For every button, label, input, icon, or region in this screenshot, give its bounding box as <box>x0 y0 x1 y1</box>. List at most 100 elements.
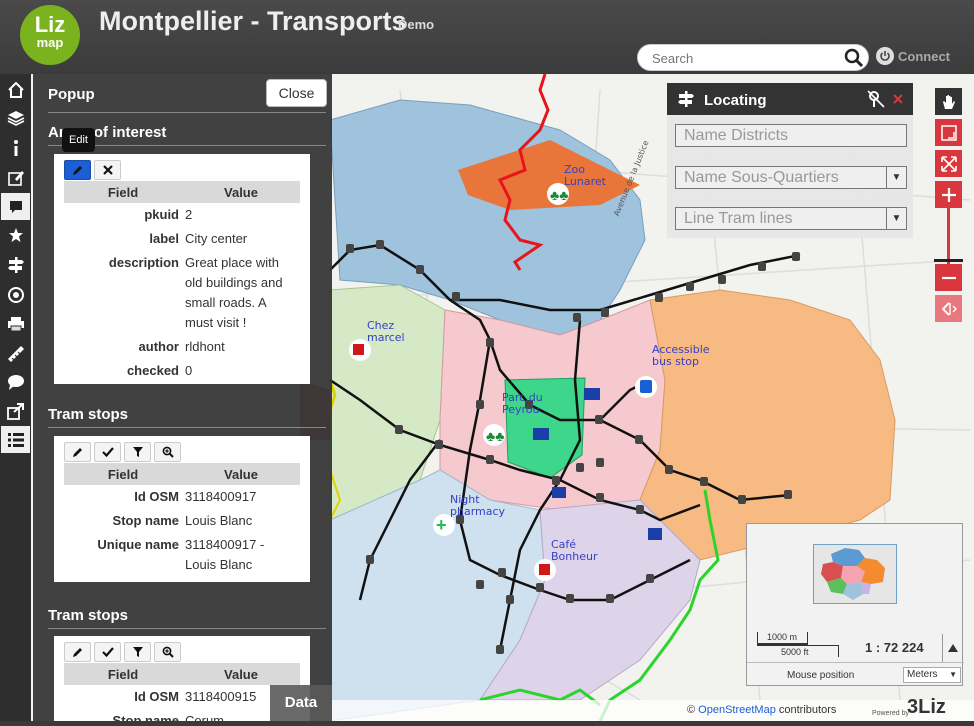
table-row: pkuid 2 <box>144 207 193 222</box>
tram-lines-select[interactable]: Line Tram lines ▼ <box>675 207 907 230</box>
map-label-zoo: Zoo Lunaret <box>564 163 606 188</box>
table-row: author rldhont <box>138 339 225 354</box>
filter-icon <box>132 447 143 457</box>
toggle-overview-button[interactable] <box>942 634 963 662</box>
attribution: © OpenStreetMap contributors <box>687 704 837 716</box>
arrow-left-icon <box>941 301 957 316</box>
table-row: Stop name Corum <box>112 713 225 721</box>
osm-link[interactable]: OpenStreetMap <box>698 704 776 716</box>
units-select[interactable]: Meters ▼ <box>903 667 961 683</box>
print-icon <box>7 316 24 331</box>
attribution-bar: © OpenStreetMap contributors Powered by … <box>332 696 974 721</box>
search-input[interactable] <box>650 49 840 67</box>
scale-meters: 1000 m <box>767 632 798 642</box>
filter-button[interactable] <box>124 642 151 662</box>
sous-quartiers-select[interactable]: Name Sous-Quartiers ▼ <box>675 166 907 189</box>
zoom-out-button[interactable] <box>935 264 962 291</box>
connect-button[interactable]: Connect <box>876 47 950 65</box>
share-button[interactable] <box>1 397 30 424</box>
zoom-to-feature-button[interactable] <box>154 442 181 462</box>
map-label-night: Night pharmacy <box>450 493 506 518</box>
lizmap-logo[interactable]: Liz map <box>20 5 80 65</box>
dropdown-arrow-icon: ▼ <box>949 670 957 679</box>
locating-header: Locating <box>667 83 913 115</box>
delete-button[interactable] <box>94 160 121 180</box>
expand-icon <box>940 155 957 172</box>
measure-button[interactable] <box>1 340 30 367</box>
feature-actions <box>64 442 181 462</box>
select-button[interactable] <box>94 642 121 662</box>
divider <box>48 628 326 629</box>
table-row: checked 0 <box>126 363 193 378</box>
pan-button[interactable] <box>935 88 962 115</box>
geolocation-button[interactable] <box>1 281 30 308</box>
field-header: Field <box>64 663 182 685</box>
dropdown-arrow-icon: ▼ <box>886 208 906 229</box>
field-header: Field <box>64 463 182 485</box>
locate-icon <box>678 91 694 107</box>
star-icon <box>8 227 23 242</box>
map-label-chez: Chez marcel <box>367 319 405 344</box>
permalink-button[interactable] <box>1 221 30 248</box>
scale-feet: 5000 ft <box>781 647 809 657</box>
connect-label: Connect <box>898 48 950 64</box>
edition-button[interactable] <box>1 164 30 191</box>
svg-text:♣♣: ♣♣ <box>550 187 568 203</box>
app-subtitle: Demo <box>398 17 435 32</box>
overview-map[interactable] <box>813 544 897 604</box>
info-button[interactable] <box>1 134 30 161</box>
locate-button[interactable] <box>1 251 30 278</box>
close-icon[interactable] <box>893 94 903 104</box>
table-row: label City center <box>149 231 248 246</box>
pencil-icon <box>72 648 82 657</box>
zoom-slider-handle[interactable] <box>934 259 963 262</box>
map-label-cafe: Café Bonheur <box>551 538 598 563</box>
select-button[interactable] <box>94 442 121 462</box>
map-label-accessible: Accessible bus stop <box>652 343 710 368</box>
3liz-logo[interactable]: 3Liz <box>907 696 946 719</box>
zoom-in-button[interactable] <box>935 181 962 208</box>
section-title: Tram stops <box>48 406 129 423</box>
edit-button[interactable] <box>64 160 91 180</box>
zoom-slider-track[interactable] <box>947 208 950 264</box>
locating-panel: Locating Name Districts Name Sous-Quarti… <box>667 83 913 238</box>
section-title: Tram stops <box>48 607 129 624</box>
svg-text:+: + <box>436 515 447 535</box>
app-header: Liz map Montpellier - Transports Demo Co… <box>0 0 974 74</box>
close-icon <box>102 165 113 175</box>
divider <box>48 112 326 113</box>
zoom-box-button[interactable] <box>935 119 962 146</box>
layers-button[interactable] <box>1 104 30 131</box>
data-tab[interactable]: Data <box>270 685 332 721</box>
zoom-icon <box>162 446 174 458</box>
feature-card: Field Value Id OSM 3118400917 Stop name Lou… <box>54 436 310 582</box>
zoom-icon <box>162 646 174 658</box>
comment-button[interactable] <box>1 368 30 395</box>
zoom-to-feature-button[interactable] <box>154 642 181 662</box>
district-field[interactable]: Name Districts <box>675 124 907 147</box>
filter-button[interactable] <box>124 442 151 462</box>
table-row: Id OSM 3118400915 <box>134 689 257 704</box>
popup-button[interactable] <box>1 193 30 220</box>
popup-icon <box>9 200 22 213</box>
feature-card: Field Value pkuid 2 label City center descr… <box>54 154 310 384</box>
comment-icon <box>7 374 24 390</box>
locate-icon <box>7 256 24 273</box>
geolocation-icon <box>7 286 24 303</box>
table-row: description Great place with old building… <box>108 255 283 330</box>
hand-icon <box>942 94 955 109</box>
home-button[interactable] <box>1 76 30 103</box>
edit-button[interactable] <box>64 642 91 662</box>
plus-icon <box>941 187 956 202</box>
info-icon <box>13 139 18 156</box>
previous-extent-button[interactable] <box>935 295 962 322</box>
list-button[interactable] <box>1 426 30 453</box>
close-button[interactable]: Close <box>266 79 327 107</box>
pin-off-icon[interactable] <box>866 90 886 108</box>
edit-button[interactable] <box>64 442 91 462</box>
print-button[interactable] <box>1 310 30 337</box>
zoom-extent-button[interactable] <box>935 150 962 177</box>
pencil-icon <box>72 166 82 175</box>
search-icon[interactable] <box>844 48 864 68</box>
powered-by-label: Powered by <box>872 710 909 717</box>
